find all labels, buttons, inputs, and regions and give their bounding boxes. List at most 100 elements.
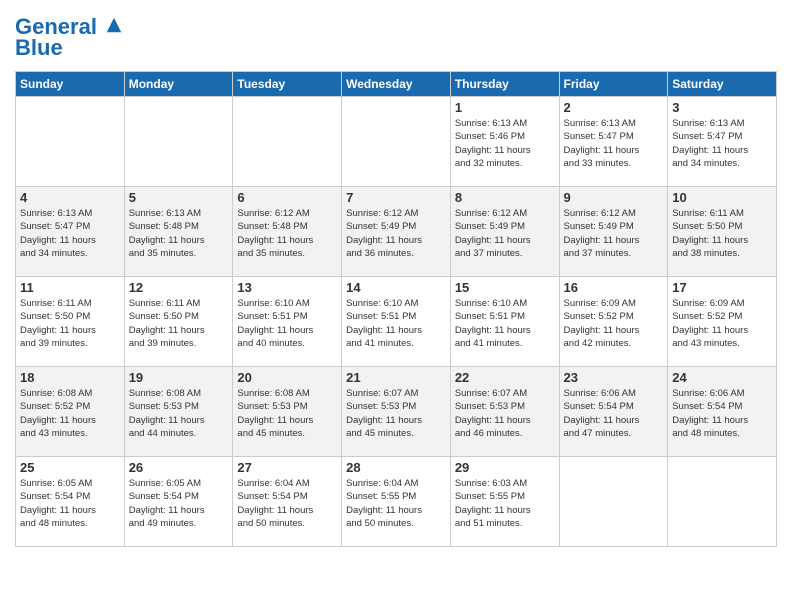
day-info: Sunrise: 6:09 AMSunset: 5:52 PMDaylight:… (672, 297, 772, 350)
day-number: 25 (20, 460, 120, 475)
day-number: 8 (455, 190, 555, 205)
day-info: Sunrise: 6:08 AMSunset: 5:53 PMDaylight:… (129, 387, 229, 440)
calendar-cell (668, 457, 777, 547)
day-number: 13 (237, 280, 337, 295)
day-number: 2 (564, 100, 664, 115)
calendar-cell: 9 Sunrise: 6:12 AMSunset: 5:49 PMDaylight… (559, 187, 668, 277)
calendar-cell: 26 Sunrise: 6:05 AMSunset: 5:54 PMDayligh… (124, 457, 233, 547)
day-info: Sunrise: 6:13 AMSunset: 5:47 PMDaylight:… (564, 117, 664, 170)
day-info: Sunrise: 6:04 AMSunset: 5:55 PMDaylight:… (346, 477, 446, 530)
calendar-cell: 27 Sunrise: 6:04 AMSunset: 5:54 PMDayligh… (233, 457, 342, 547)
day-of-week-friday: Friday (559, 72, 668, 97)
day-number: 7 (346, 190, 446, 205)
day-info: Sunrise: 6:13 AMSunset: 5:48 PMDaylight:… (129, 207, 229, 260)
day-number: 4 (20, 190, 120, 205)
day-number: 27 (237, 460, 337, 475)
calendar-cell (233, 97, 342, 187)
calendar-cell: 5Sunrise: 6:13 AMSunset: 5:48 PMDaylight… (124, 187, 233, 277)
calendar-week-row: 25 Sunrise: 6:05 AMSunset: 5:54 PMDayligh… (16, 457, 777, 547)
calendar-cell: 28 Sunrise: 6:04 AMSunset: 5:55 PMDayligh… (342, 457, 451, 547)
day-number: 24 (672, 370, 772, 385)
day-number: 3 (672, 100, 772, 115)
calendar-cell: 12 Sunrise: 6:11 AMSunset: 5:50 PMDayligh… (124, 277, 233, 367)
day-number: 9 (564, 190, 664, 205)
calendar-cell: 18 Sunrise: 6:08 AMSunset: 5:52 PMDayligh… (16, 367, 125, 457)
calendar-cell: 17 Sunrise: 6:09 AMSunset: 5:52 PMDayligh… (668, 277, 777, 367)
calendar-cell: 1 Sunrise: 6:13 AMSunset: 5:46 PMDaylight… (450, 97, 559, 187)
calendar-cell: 24 Sunrise: 6:06 AMSunset: 5:54 PMDayligh… (668, 367, 777, 457)
day-info: Sunrise: 6:05 AMSunset: 5:54 PMDaylight:… (20, 477, 120, 530)
day-info: Sunrise: 6:10 AMSunset: 5:51 PMDaylight:… (455, 297, 555, 350)
day-of-week-wednesday: Wednesday (342, 72, 451, 97)
calendar-cell (559, 457, 668, 547)
calendar-cell: 2 Sunrise: 6:13 AMSunset: 5:47 PMDaylight… (559, 97, 668, 187)
day-number: 16 (564, 280, 664, 295)
day-of-week-saturday: Saturday (668, 72, 777, 97)
day-info: Sunrise: 6:11 AMSunset: 5:50 PMDaylight:… (672, 207, 772, 260)
day-info: Sunrise: 6:12 AMSunset: 5:49 PMDaylight:… (455, 207, 555, 260)
page-header: General Blue (15, 15, 777, 61)
day-info: Sunrise: 6:13 AMSunset: 5:46 PMDaylight:… (455, 117, 555, 170)
day-info: Sunrise: 6:12 AMSunset: 5:49 PMDaylight:… (346, 207, 446, 260)
calendar-week-row: 1 Sunrise: 6:13 AMSunset: 5:46 PMDaylight… (16, 97, 777, 187)
day-info: Sunrise: 6:08 AMSunset: 5:53 PMDaylight:… (237, 387, 337, 440)
calendar-cell: 7 Sunrise: 6:12 AMSunset: 5:49 PMDaylight… (342, 187, 451, 277)
day-number: 23 (564, 370, 664, 385)
day-info: Sunrise: 6:13 AMSunset: 5:47 PMDaylight:… (672, 117, 772, 170)
day-number: 10 (672, 190, 772, 205)
day-info: Sunrise: 6:07 AMSunset: 5:53 PMDaylight:… (346, 387, 446, 440)
logo: General Blue (15, 15, 123, 61)
day-info: Sunrise: 6:10 AMSunset: 5:51 PMDaylight:… (346, 297, 446, 350)
day-number: 21 (346, 370, 446, 385)
day-number: 12 (129, 280, 229, 295)
day-of-week-thursday: Thursday (450, 72, 559, 97)
calendar-cell: 6 Sunrise: 6:12 AMSunset: 5:48 PMDaylight… (233, 187, 342, 277)
calendar-cell (342, 97, 451, 187)
calendar-cell: 3 Sunrise: 6:13 AMSunset: 5:47 PMDaylight… (668, 97, 777, 187)
day-number: 20 (237, 370, 337, 385)
day-number: 11 (20, 280, 120, 295)
day-number: 15 (455, 280, 555, 295)
day-info: Sunrise: 6:03 AMSunset: 5:55 PMDaylight:… (455, 477, 555, 530)
calendar-cell: 22 Sunrise: 6:07 AMSunset: 5:53 PMDayligh… (450, 367, 559, 457)
calendar-cell: 10 Sunrise: 6:11 AMSunset: 5:50 PMDayligh… (668, 187, 777, 277)
day-of-week-tuesday: Tuesday (233, 72, 342, 97)
day-info: Sunrise: 6:06 AMSunset: 5:54 PMDaylight:… (564, 387, 664, 440)
calendar-cell: 23 Sunrise: 6:06 AMSunset: 5:54 PMDayligh… (559, 367, 668, 457)
calendar-cell: 13 Sunrise: 6:10 AMSunset: 5:51 PMDayligh… (233, 277, 342, 367)
day-number: 22 (455, 370, 555, 385)
day-number: 26 (129, 460, 229, 475)
day-of-week-monday: Monday (124, 72, 233, 97)
day-info: Sunrise: 6:11 AMSunset: 5:50 PMDaylight:… (129, 297, 229, 350)
day-info: Sunrise: 6:11 AMSunset: 5:50 PMDaylight:… (20, 297, 120, 350)
calendar-week-row: 11 Sunrise: 6:11 AMSunset: 5:50 PMDayligh… (16, 277, 777, 367)
day-number: 17 (672, 280, 772, 295)
calendar-cell (16, 97, 125, 187)
day-info: Sunrise: 6:07 AMSunset: 5:53 PMDaylight:… (455, 387, 555, 440)
calendar-cell: 4Sunrise: 6:13 AMSunset: 5:47 PMDaylight… (16, 187, 125, 277)
day-number: 1 (455, 100, 555, 115)
calendar-cell: 19Sunrise: 6:08 AMSunset: 5:53 PMDayligh… (124, 367, 233, 457)
day-number: 18 (20, 370, 120, 385)
day-info: Sunrise: 6:09 AMSunset: 5:52 PMDaylight:… (564, 297, 664, 350)
calendar-cell: 16 Sunrise: 6:09 AMSunset: 5:52 PMDayligh… (559, 277, 668, 367)
calendar-week-row: 18 Sunrise: 6:08 AMSunset: 5:52 PMDayligh… (16, 367, 777, 457)
day-number: 29 (455, 460, 555, 475)
logo-icon (105, 16, 123, 34)
day-info: Sunrise: 6:06 AMSunset: 5:54 PMDaylight:… (672, 387, 772, 440)
day-info: Sunrise: 6:04 AMSunset: 5:54 PMDaylight:… (237, 477, 337, 530)
calendar-cell: 29 Sunrise: 6:03 AMSunset: 5:55 PMDayligh… (450, 457, 559, 547)
day-info: Sunrise: 6:12 AMSunset: 5:49 PMDaylight:… (564, 207, 664, 260)
calendar-week-row: 4Sunrise: 6:13 AMSunset: 5:47 PMDaylight… (16, 187, 777, 277)
day-info: Sunrise: 6:08 AMSunset: 5:52 PMDaylight:… (20, 387, 120, 440)
day-info: Sunrise: 6:05 AMSunset: 5:54 PMDaylight:… (129, 477, 229, 530)
calendar-header-row: SundayMondayTuesdayWednesdayThursdayFrid… (16, 72, 777, 97)
calendar-cell (124, 97, 233, 187)
day-info: Sunrise: 6:12 AMSunset: 5:48 PMDaylight:… (237, 207, 337, 260)
day-number: 6 (237, 190, 337, 205)
calendar-cell: 15 Sunrise: 6:10 AMSunset: 5:51 PMDayligh… (450, 277, 559, 367)
day-info: Sunrise: 6:10 AMSunset: 5:51 PMDaylight:… (237, 297, 337, 350)
calendar-cell: 25 Sunrise: 6:05 AMSunset: 5:54 PMDayligh… (16, 457, 125, 547)
calendar-cell: 14Sunrise: 6:10 AMSunset: 5:51 PMDayligh… (342, 277, 451, 367)
day-number: 28 (346, 460, 446, 475)
